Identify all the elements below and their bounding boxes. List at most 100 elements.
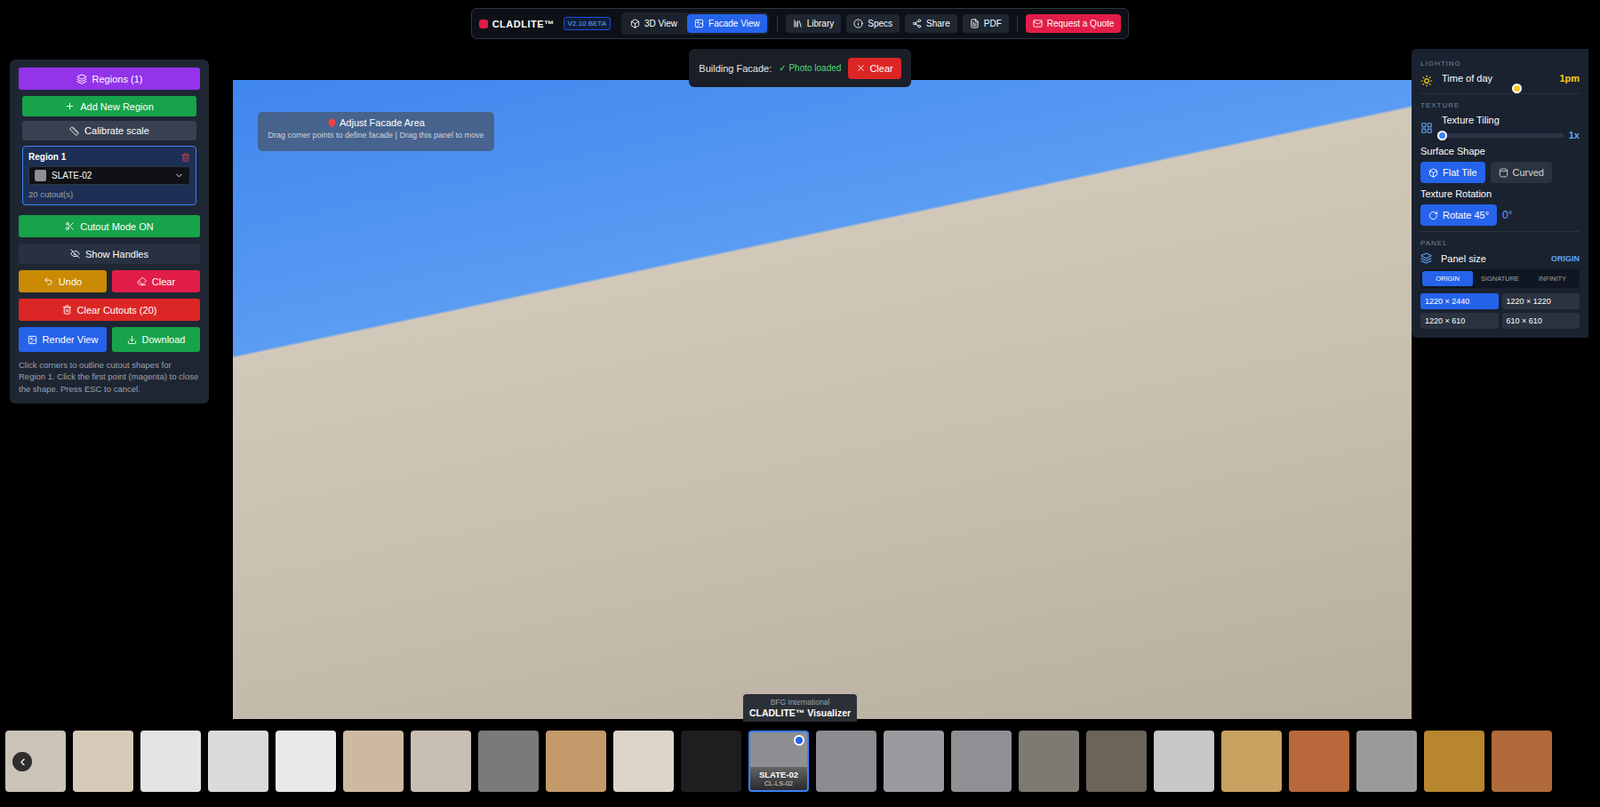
- thumb-label: SLATE-02CL-LS-02: [750, 767, 808, 791]
- series-tab[interactable]: INFINITY: [1527, 271, 1578, 287]
- toolbar-button[interactable]: Library: [785, 14, 842, 33]
- view-tab[interactable]: 3D View: [623, 14, 685, 33]
- grid-icon: [1420, 121, 1433, 135]
- eraser-icon: [136, 276, 147, 287]
- series-tab[interactable]: SIGNATURE: [1474, 271, 1526, 287]
- toolbar: CLADLITE™ V2.10 BETA 3D ViewFacade View Lib…: [471, 8, 1130, 40]
- layers-icon: [76, 73, 88, 85]
- show-handles-button[interactable]: Show Handles: [18, 243, 200, 264]
- calibrate-button[interactable]: Calibrate scale: [22, 120, 197, 141]
- material-strip: SLATE-02CL-LS-02: [0, 730, 1600, 793]
- panel-series: ORIGIN: [1551, 254, 1580, 264]
- render-button[interactable]: Render View: [18, 327, 107, 352]
- clear-photo-button[interactable]: Clear: [848, 57, 901, 80]
- material-thumb[interactable]: [1221, 730, 1282, 792]
- version-badge: V2.10 BETA: [563, 16, 611, 31]
- shape-button[interactable]: Curved: [1490, 161, 1552, 184]
- material-thumb[interactable]: [208, 730, 269, 792]
- time-row: Time of day1pm: [1420, 72, 1580, 88]
- material-thumb[interactable]: [1153, 730, 1215, 792]
- toolbar-button[interactable]: Share: [904, 14, 958, 33]
- material-thumb[interactable]: [1491, 730, 1552, 792]
- scroll-left-button[interactable]: [12, 752, 32, 772]
- image-icon: [694, 18, 704, 29]
- size-button[interactable]: 1220 × 610: [1420, 312, 1499, 329]
- render-download-row: Render ViewDownload: [18, 327, 200, 352]
- clear-cutouts-button[interactable]: Clear Cutouts (20): [18, 298, 200, 321]
- series-tab[interactable]: ORIGIN: [1422, 271, 1473, 287]
- rotation-label: Texture Rotation: [1420, 188, 1580, 200]
- view-switch: 3D ViewFacade View: [621, 12, 769, 35]
- rotate-button[interactable]: Rotate 45°: [1420, 204, 1497, 226]
- regions-button[interactable]: Regions (1): [18, 67, 200, 90]
- undo-button[interactable]: Undo: [18, 270, 107, 293]
- toolbar-button[interactable]: Specs: [846, 14, 900, 33]
- add-region-button[interactable]: Add New Region: [22, 96, 197, 117]
- material-thumb[interactable]: [72, 730, 134, 792]
- ruler-icon: [69, 126, 80, 136]
- material-thumb[interactable]: [883, 730, 944, 792]
- section-title: TEXTURE: [1420, 93, 1580, 110]
- plus-icon: [64, 101, 75, 112]
- view-tab[interactable]: Facade View: [687, 14, 768, 33]
- logo-text: CLADLITE™: [492, 18, 555, 30]
- download-button[interactable]: Download: [112, 327, 200, 352]
- region-header: Region 1: [28, 152, 191, 162]
- cutout-mode-button[interactable]: Cutout Mode ON: [18, 215, 200, 238]
- left-panel: Regions (1) Add New Region Calibrate scale…: [9, 59, 209, 404]
- hint-subtitle: Drag corner points to define facade | Dr…: [268, 130, 485, 140]
- facade-canvas[interactable]: Adjust Facade AreaDrag corner points to …: [232, 80, 1412, 720]
- thumb-name: SLATE-02: [752, 769, 806, 780]
- time-value: 1pm: [1559, 72, 1580, 84]
- tooltip-brand: BFG International: [746, 697, 854, 707]
- material-select[interactable]: SLATE-02: [28, 166, 191, 185]
- clear-button[interactable]: Clear: [112, 270, 200, 293]
- size-grid: 1220 × 24401220 × 12201220 × 610610 × 61…: [1420, 293, 1580, 329]
- material-thumb[interactable]: [343, 730, 404, 792]
- panel-size-row: Panel size ORIGIN: [1420, 252, 1580, 264]
- material-thumb[interactable]: [545, 730, 607, 792]
- material-thumb[interactable]: [140, 730, 201, 792]
- toolbar-button[interactable]: PDF: [962, 14, 1009, 33]
- thumb-code: CL-LS-02: [752, 779, 806, 788]
- material-thumb[interactable]: [1288, 730, 1350, 792]
- material-thumb[interactable]: [478, 730, 539, 792]
- toolbar-action-icon: [792, 18, 803, 29]
- size-button[interactable]: 1220 × 2440: [1420, 293, 1499, 310]
- material-thumb[interactable]: [410, 730, 472, 792]
- slider-thumb[interactable]: [1512, 83, 1522, 94]
- trash-icon[interactable]: [181, 152, 191, 162]
- tiling-label: Texture Tiling: [1441, 114, 1580, 126]
- scissors-icon: [64, 221, 75, 232]
- tooltip-product: CLADLITE™ Visualizer: [746, 707, 854, 719]
- region-actions: Add New Region Calibrate scale Region 1 SLA…: [18, 96, 200, 209]
- size-button[interactable]: 1220 × 1220: [1502, 293, 1581, 310]
- panel-size-label: Panel size: [1440, 253, 1487, 264]
- toolbar-action-icon: [969, 18, 980, 29]
- rotate-icon: [1428, 210, 1439, 221]
- tiling-value: 1x: [1568, 129, 1580, 141]
- size-button[interactable]: 610 × 610: [1502, 312, 1581, 329]
- material-thumb[interactable]: [613, 730, 674, 792]
- material-thumb[interactable]: [951, 730, 1012, 792]
- material-thumb[interactable]: [1424, 730, 1485, 792]
- material-thumb[interactable]: [1086, 730, 1147, 792]
- section-title: PANEL: [1420, 231, 1580, 248]
- material-value: SLATE-02: [51, 170, 169, 181]
- adjust-hint-panel[interactable]: Adjust Facade AreaDrag corner points to …: [257, 112, 495, 152]
- app: CLADLITE™ V2.10 BETA 3D ViewFacade View Lib…: [0, 0, 1600, 807]
- material-thumb[interactable]: [816, 730, 877, 792]
- material-thumb[interactable]: [1356, 730, 1417, 792]
- material-thumb[interactable]: [275, 730, 336, 792]
- region-card[interactable]: Region 1SLATE-0220 cutout(s): [22, 145, 197, 206]
- shape-button[interactable]: Flat Tile: [1420, 161, 1486, 184]
- slider-thumb[interactable]: [1437, 130, 1448, 141]
- material-thumb[interactable]: SLATE-02CL-LS-02: [748, 730, 809, 792]
- rotation-value: 0°: [1502, 208, 1512, 222]
- quote-button[interactable]: Request a Quote: [1025, 14, 1122, 33]
- material-thumb[interactable]: [680, 730, 742, 792]
- right-panel: LIGHTINGTime of day1pmTEXTURETexture Til…: [1411, 48, 1589, 338]
- tiling-slider[interactable]: [1441, 133, 1564, 138]
- material-thumb[interactable]: [1018, 730, 1080, 792]
- chevron-left-icon: [16, 756, 29, 768]
